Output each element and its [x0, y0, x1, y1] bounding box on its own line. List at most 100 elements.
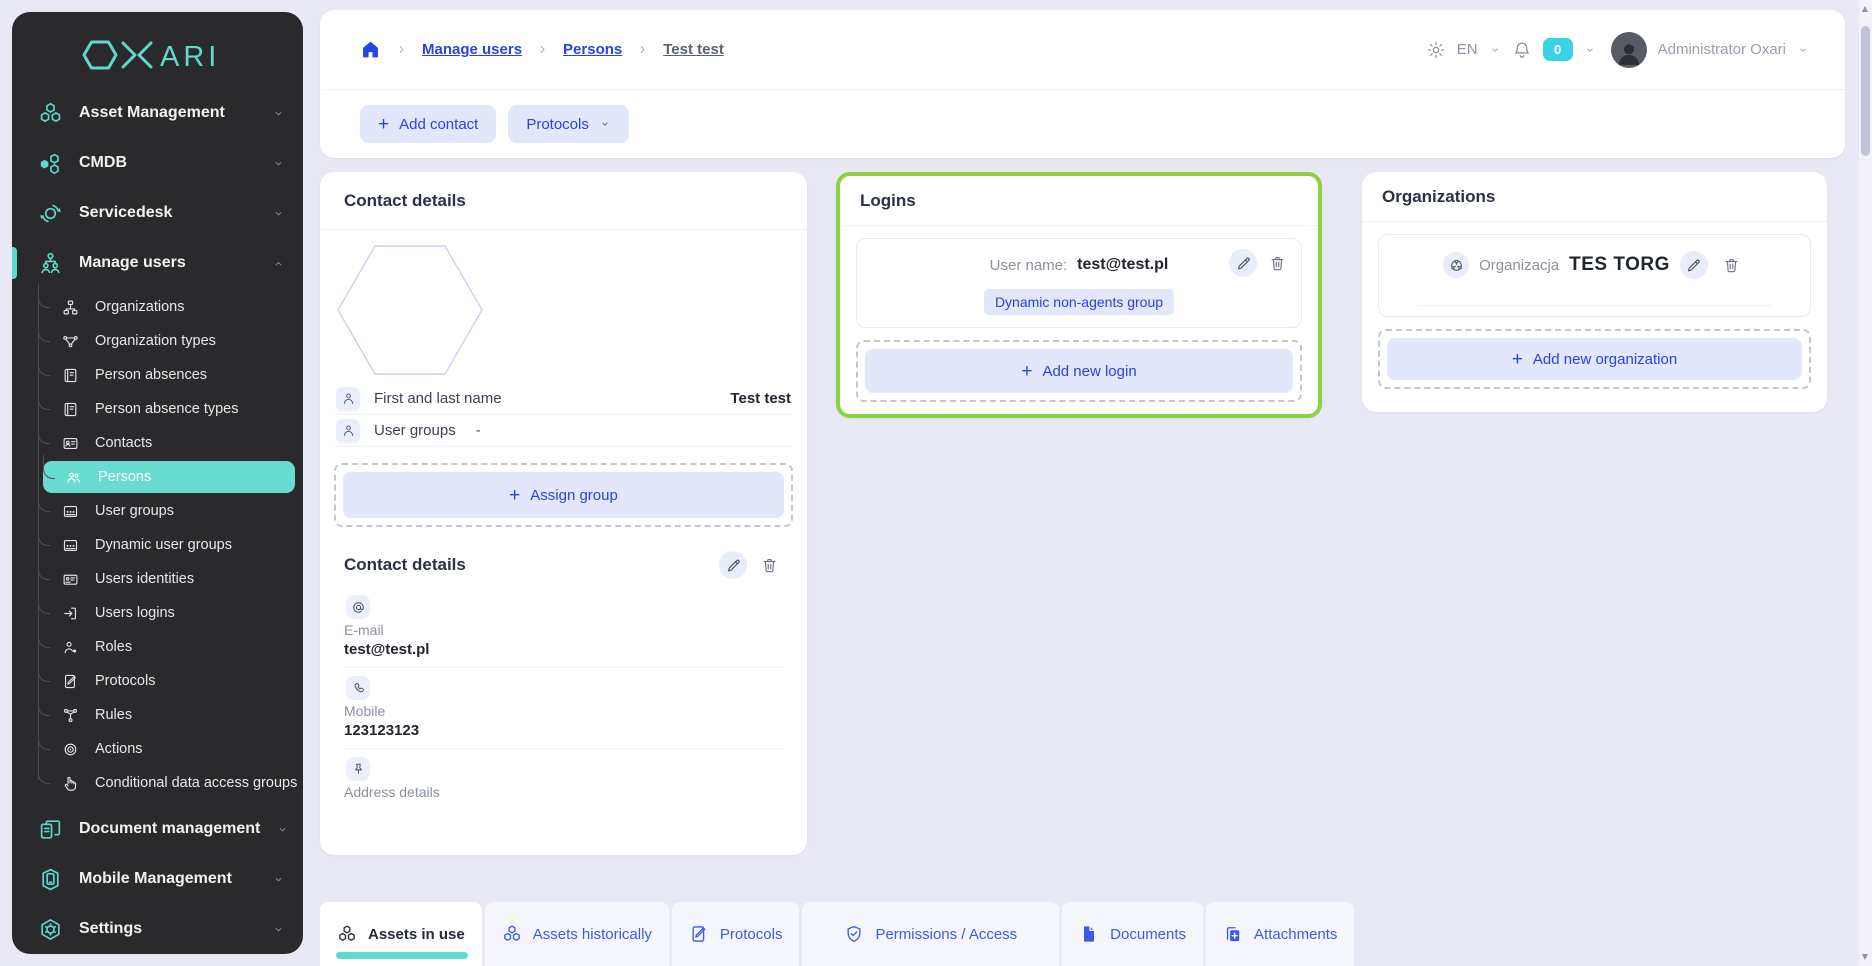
sidebar-subitem[interactable]: Person absences [38, 358, 303, 392]
chevron-down-icon [272, 923, 285, 936]
sidebar-subitem[interactable]: Organization types [38, 324, 303, 358]
edit-organization-button[interactable] [1680, 251, 1708, 279]
notification-badge[interactable]: 0 [1543, 38, 1573, 61]
subitem-icon [62, 537, 79, 554]
sidebar-subitem[interactable]: Person absence types [38, 392, 303, 426]
tab-icon [689, 924, 709, 944]
organization-label: Organizacja [1479, 257, 1559, 274]
chevron-down-icon[interactable] [1797, 44, 1809, 56]
sidebar-section[interactable]: Settings [12, 904, 303, 954]
sidebar-subitem[interactable]: Rules [38, 698, 303, 732]
entry-icon [346, 595, 370, 619]
page-scrollbar[interactable] [1859, 0, 1872, 966]
tab-icon [1079, 924, 1099, 944]
tab-icon [844, 924, 864, 944]
person-icon [336, 387, 360, 411]
sidebar-subitem[interactable]: Dynamic user groups [38, 528, 303, 562]
footer-tab[interactable]: Documents [1062, 902, 1203, 966]
organizations-card: Organizations Organizacja TES TORG + Add… [1362, 172, 1827, 412]
logo-text: ARI [160, 41, 220, 72]
card-title: Organizations [1362, 172, 1827, 222]
scrollbar-thumb[interactable] [1861, 26, 1870, 156]
footer-tab[interactable]: Protocols [672, 902, 800, 966]
plus-icon: + [378, 115, 389, 134]
chevron-down-icon[interactable] [1584, 44, 1596, 56]
scroll-up-arrow[interactable] [1862, 6, 1868, 12]
subitem-icon [62, 673, 79, 690]
organization-icon [1443, 252, 1469, 278]
sidebar-subitem[interactable]: Protocols [38, 664, 303, 698]
contact-entry: Mobile 123123123 [344, 668, 783, 749]
breadcrumb-link[interactable]: Manage users [422, 41, 522, 58]
delete-contact-button[interactable] [755, 551, 783, 579]
plus-icon: + [509, 486, 520, 505]
breadcrumb-separator-icon [536, 43, 549, 56]
sidebar-subitem[interactable]: Conditional data access groups [38, 766, 303, 800]
sidebar-section[interactable]: Servicedesk [12, 188, 303, 238]
breadcrumb: Manage users Persons Test test [395, 41, 724, 58]
breadcrumb-item: Persons [536, 41, 622, 58]
sidebar: ARI Asset Management CMDB Servicedesk [12, 12, 303, 954]
breadcrumb-item: Test test [636, 41, 724, 58]
add-new-organization-button[interactable]: + Add new organization [1387, 338, 1802, 380]
manage-users-icon [38, 251, 63, 276]
subitem-icon [62, 741, 79, 758]
scroll-down-arrow[interactable] [1862, 954, 1868, 960]
sidebar-section[interactable]: Asset Management [12, 88, 303, 138]
add-organization-dropzone: + Add new organization [1378, 329, 1811, 389]
breadcrumb-link[interactable]: Test test [663, 41, 724, 58]
gear-icon[interactable] [1426, 40, 1446, 60]
subitem-icon [65, 469, 82, 486]
trash-icon [1723, 257, 1740, 274]
language-selector[interactable]: EN [1457, 41, 1478, 58]
breadcrumb-link[interactable]: Persons [563, 41, 622, 58]
section-icon [38, 151, 63, 176]
footer-tab[interactable]: Assets historically [485, 902, 669, 966]
chevron-down-icon[interactable] [1489, 44, 1501, 56]
section-icon [38, 817, 63, 842]
footer-tab[interactable]: Attachments [1206, 902, 1354, 966]
avatar[interactable] [1611, 32, 1647, 68]
divider [1417, 305, 1772, 306]
subitem-icon [62, 333, 79, 350]
sidebar-subitem[interactable]: Roles [38, 630, 303, 664]
add-new-login-button[interactable]: + Add new login [865, 349, 1293, 393]
section-icon [38, 867, 63, 892]
user-group-chip[interactable]: Dynamic non-agents group [984, 289, 1174, 315]
add-contact-button[interactable]: + Add contact [360, 105, 496, 143]
contact-row: User groups - [334, 415, 793, 447]
edit-login-button[interactable] [1229, 249, 1257, 277]
sidebar-section[interactable]: Mobile Management [12, 854, 303, 904]
tab-icon [502, 924, 522, 944]
sidebar-subitem[interactable]: Actions [38, 732, 303, 766]
breadcrumb-separator-icon [636, 43, 649, 56]
avatar-hexagon-placeholder [334, 242, 807, 383]
contact-rows: First and last name Test test User group… [334, 383, 793, 447]
section-icon [38, 101, 63, 126]
footer-tab[interactable]: Assets in use [320, 902, 482, 966]
sidebar-subitem[interactable]: Contacts [38, 426, 303, 460]
protocols-button[interactable]: Protocols [508, 105, 629, 143]
sidebar-subitem[interactable]: Users identities [38, 562, 303, 596]
delete-organization-button[interactable] [1718, 251, 1746, 279]
action-bar: + Add contact Protocols [320, 90, 1845, 143]
delete-login-button[interactable] [1263, 249, 1291, 277]
sidebar-section-manage-users[interactable]: Manage users [12, 238, 303, 288]
sidebar-subitem[interactable]: Persons [43, 461, 295, 493]
contact-entry: Address details [344, 749, 783, 855]
edit-contact-button[interactable] [719, 551, 747, 579]
home-icon[interactable] [360, 39, 381, 60]
subitem-icon [62, 435, 79, 452]
subitem-icon [62, 401, 79, 418]
bell-icon[interactable] [1512, 40, 1532, 60]
sidebar-section[interactable]: CMDB [12, 138, 303, 188]
sidebar-section[interactable]: Document management [12, 804, 303, 854]
sidebar-subitem[interactable]: Users logins [38, 596, 303, 630]
card-title: Contact details [320, 172, 807, 230]
assign-group-button[interactable]: + Assign group [343, 472, 784, 518]
footer-tab[interactable]: Permissions / Access [802, 902, 1059, 966]
breadcrumb-bar: Manage users Persons Test test EN 0 Admi… [320, 10, 1845, 90]
chevron-down-icon [276, 823, 289, 836]
sidebar-subitem[interactable]: Organizations [38, 290, 303, 324]
sidebar-subitem[interactable]: User groups [38, 494, 303, 528]
